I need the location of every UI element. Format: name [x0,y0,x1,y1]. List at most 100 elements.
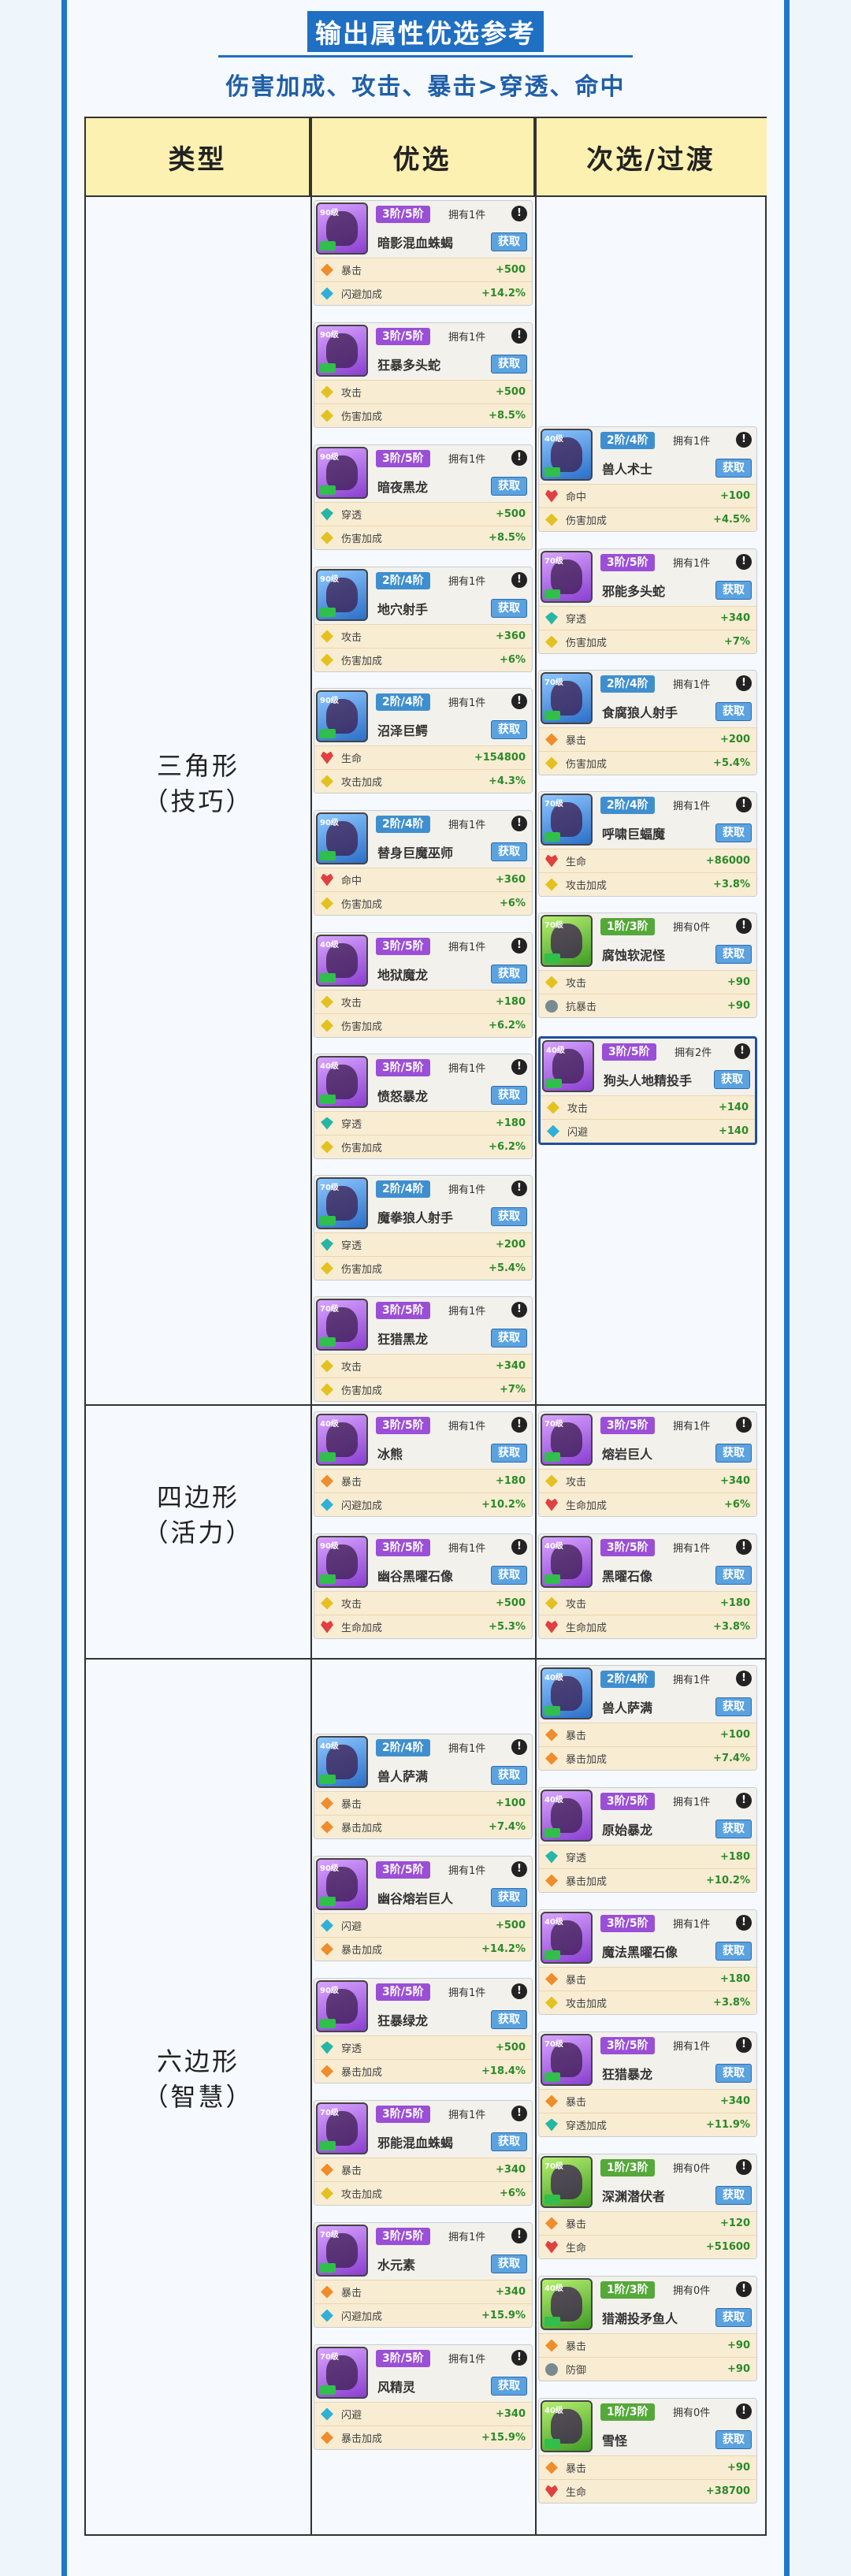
get-button[interactable]: 获取 [715,2064,752,2083]
get-button[interactable]: 获取 [714,1070,750,1089]
get-button[interactable]: 获取 [491,720,527,739]
alert-icon[interactable]: ! [736,918,752,934]
alert-icon[interactable]: ! [511,1739,527,1755]
item-card[interactable]: 40级 1阶/3阶 拥有0件! 雪怪 获取 暴击 +90 生命 +38700 [538,2398,757,2504]
item-card[interactable]: 40级 1阶/3阶 拥有0件! 猎潮投矛鱼人 获取 暴击 +90 防御 +90 [538,2276,757,2381]
get-button[interactable]: 获取 [491,1566,527,1585]
item-card[interactable]: 70级 2阶/4阶 拥有1件! 魔拳狼人射手 获取 穿透 +200 伤害加成 +5.4% [314,1175,533,1281]
get-button[interactable]: 获取 [715,1820,752,1838]
item-card[interactable]: 70级 3阶/5阶 拥有1件! 邪能混血蛛蝎 获取 暴击 +340 攻击加成 +6% [314,2100,533,2206]
get-button[interactable]: 获取 [715,459,752,478]
get-button[interactable]: 获取 [491,842,527,861]
alert-icon[interactable]: ! [511,1861,527,1877]
item-card[interactable]: 70级 3阶/5阶 拥有1件! 狂猎黑龙 获取 攻击 +340 伤害加成 +7% [314,1296,533,1402]
alert-icon[interactable]: ! [511,1302,527,1318]
alert-icon[interactable]: ! [511,572,527,588]
item-card[interactable]: 90级 3阶/5阶 拥有1件! 狂暴多头蛇 获取 攻击 +500 伤害加成 +8.5% [314,322,533,428]
item-card[interactable]: 90级 3阶/5阶 拥有1件! 幽谷熔岩巨人 获取 闪避 +500 暴击加成 +14.2% [314,1856,533,1961]
get-button[interactable]: 获取 [491,477,527,496]
item-card[interactable]: 90级 2阶/4阶 拥有1件! 地穴射手 获取 攻击 +360 伤害加成 +6% [314,567,533,672]
alert-icon[interactable]: ! [736,554,752,570]
get-button[interactable]: 获取 [491,1766,527,1785]
item-card[interactable]: 40级 3阶/5阶 拥有1件! 冰熊 获取 暴击 +180 闪避加成 +10.2% [314,1411,533,1517]
alert-icon[interactable]: ! [736,2037,752,2053]
alert-icon[interactable]: ! [736,432,752,448]
item-card[interactable]: 90级 3阶/5阶 拥有1件! 暗影混血蛛蝎 获取 暴击 +500 闪避加成 +14.2% [314,200,533,306]
get-button[interactable]: 获取 [715,1697,752,1716]
item-card[interactable]: 40级 3阶/5阶 拥有1件! 地狱魔龙 获取 攻击 +180 伤害加成 +6.2% [314,932,533,1038]
get-button[interactable]: 获取 [715,702,752,721]
item-card[interactable]: 40级 2阶/4阶 拥有1件! 兽人萨满 获取 暴击 +100 暴击加成 +7.4% [314,1734,533,1839]
item-card[interactable]: 90级 3阶/5阶 拥有1件! 狂暴绿龙 获取 穿透 +500 暴击加成 +18.4% [314,1978,533,2083]
get-button[interactable]: 获取 [715,1942,752,1961]
alert-icon[interactable]: ! [511,1983,527,1999]
alert-icon[interactable]: ! [736,1671,752,1686]
alert-icon[interactable]: ! [511,206,527,221]
get-button[interactable]: 获取 [715,2186,752,2205]
alert-icon[interactable]: ! [736,1793,752,1808]
item-card[interactable]: 70级 3阶/5阶 拥有1件! 狂猎暴龙 获取 暴击 +340 穿透加成 +11.9% [538,2031,757,2137]
item-card[interactable]: 40级 3阶/5阶 拥有1件! 原始暴龙 获取 穿透 +180 暴击加成 +10.2% [538,1787,757,1893]
item-card[interactable]: 40级 3阶/5阶 拥有1件! 黑曜石像 获取 攻击 +180 生命加成 +3.8% [538,1533,757,1639]
item-card[interactable]: 70级 3阶/5阶 拥有1件! 水元素 获取 暴击 +340 闪避加成 +15.9% [314,2222,533,2328]
item-card[interactable]: 40级 3阶/5阶 拥有1件! 愤怒暴龙 获取 穿透 +180 伤害加成 +6.2% [314,1054,533,1159]
alert-icon[interactable]: ! [511,1539,527,1555]
get-button[interactable]: 获取 [491,1888,527,1907]
get-button[interactable]: 获取 [491,232,527,251]
get-button[interactable]: 获取 [491,2010,527,2029]
get-button[interactable]: 获取 [491,1444,527,1463]
get-button[interactable]: 获取 [491,599,527,618]
alert-icon[interactable]: ! [511,2106,527,2121]
alert-icon[interactable]: ! [736,1417,752,1433]
item-card[interactable]: 70级 3阶/5阶 拥有1件! 熔岩巨人 获取 攻击 +340 生命加成 +6% [538,1411,757,1517]
item-card[interactable]: 70级 1阶/3阶 拥有0件! 深渊潜伏者 获取 暴击 +120 生命 +51600 [538,2154,757,2259]
alert-icon[interactable]: ! [511,450,527,466]
item-card[interactable]: 70级 3阶/5阶 拥有1件! 邪能多头蛇 获取 穿透 +340 伤害加成 +7% [538,548,757,654]
item-card[interactable]: 70级 1阶/3阶 拥有0件! 腐蚀软泥怪 获取 攻击 +90 抗暴击 +90 [538,913,757,1018]
item-card[interactable]: 40级 3阶/5阶 拥有2件! 狗头人地精投手 获取 攻击 +140 闪避 +140 [538,1036,757,1145]
item-card[interactable]: 40级 3阶/5阶 拥有1件! 魔法黑曜石像 获取 暴击 +180 攻击加成 +3.8% [538,1909,757,2015]
item-card[interactable]: 90级 3阶/5阶 拥有1件! 暗夜黑龙 获取 穿透 +500 伤害加成 +8.5% [314,444,533,550]
stat-label: 伤害加成 [566,637,608,649]
alert-icon[interactable]: ! [736,2403,752,2419]
alert-icon[interactable]: ! [736,797,752,812]
get-button[interactable]: 获取 [715,1444,752,1463]
get-button[interactable]: 获取 [491,1329,527,1347]
alert-icon[interactable]: ! [511,693,527,709]
get-button[interactable]: 获取 [715,581,752,600]
alert-icon[interactable]: ! [736,2281,752,2297]
get-button[interactable]: 获取 [715,2308,752,2327]
get-button[interactable]: 获取 [491,1086,527,1105]
item-card[interactable]: 70级 2阶/4阶 拥有1件! 食腐狼人射手 获取 暴击 +200 伤害加成 +5.4% [538,670,757,775]
item-card[interactable]: 70级 2阶/4阶 拥有1件! 呼啸巨蝠魔 获取 生命 +86000 攻击加成 +3.8% [538,791,757,897]
alert-icon[interactable]: ! [511,328,527,344]
item-card[interactable]: 90级 3阶/5阶 拥有1件! 幽谷黑曜石像 获取 攻击 +500 生命加成 +5.3% [314,1533,533,1639]
item-card[interactable]: 40级 2阶/4阶 拥有1件! 兽人萨满 获取 暴击 +100 暴击加成 +7.4% [538,1665,757,1771]
item-card[interactable]: 90级 2阶/4阶 拥有1件! 沼泽巨鳄 获取 生命 +154800 攻击加成 +4.3% [314,688,533,794]
alert-icon[interactable]: ! [511,1417,527,1433]
get-button[interactable]: 获取 [491,355,527,374]
get-button[interactable]: 获取 [715,823,752,842]
alert-icon[interactable]: ! [511,816,527,831]
alert-icon[interactable]: ! [736,1915,752,1931]
get-button[interactable]: 获取 [491,965,527,983]
get-button[interactable]: 获取 [491,1207,527,1226]
alert-icon[interactable]: ! [511,1059,527,1075]
alert-icon[interactable]: ! [511,2350,527,2366]
get-button[interactable]: 获取 [715,945,752,964]
alert-icon[interactable]: ! [511,938,527,953]
alert-icon[interactable]: ! [511,1180,527,1196]
item-card[interactable]: 90级 2阶/4阶 拥有1件! 替身巨魔巫师 获取 命中 +360 伤害加成 +6% [314,810,533,916]
alert-icon[interactable]: ! [511,2228,527,2243]
item-card[interactable]: 40级 2阶/4阶 拥有1件! 兽人术士 获取 命中 +100 伤害加成 +4.5% [538,426,757,532]
alert-icon[interactable]: ! [736,1539,752,1555]
alert-icon[interactable]: ! [736,675,752,691]
get-button[interactable]: 获取 [715,2430,752,2449]
alert-icon[interactable]: ! [736,2159,752,2175]
get-button[interactable]: 获取 [491,2377,527,2396]
get-button[interactable]: 获取 [491,2132,527,2151]
get-button[interactable]: 获取 [491,2254,527,2273]
item-card[interactable]: 70级 3阶/5阶 拥有1件! 风精灵 获取 闪避 +340 暴击加成 +15.9% [314,2344,533,2450]
alert-icon[interactable]: ! [734,1043,750,1059]
get-button[interactable]: 获取 [715,1566,752,1585]
